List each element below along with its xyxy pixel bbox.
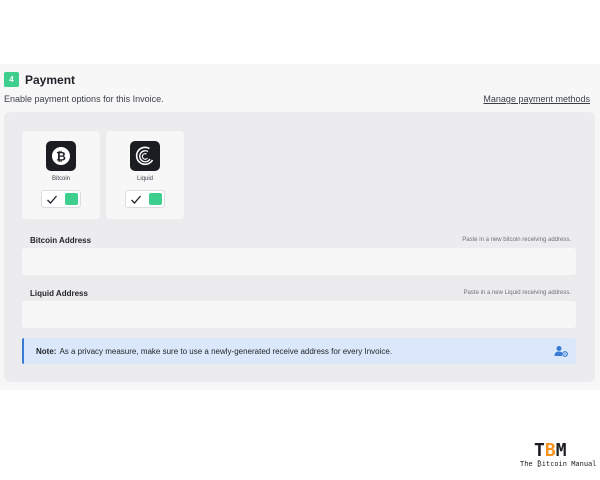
payment-section: 4 Payment Enable payment options for thi… bbox=[0, 64, 600, 390]
brand-logo-t: T bbox=[534, 440, 545, 461]
user-settings-icon[interactable] bbox=[554, 345, 568, 357]
payment-panel: ₿ Bitcoin Liquid Bitcoin Address Paste i… bbox=[4, 112, 595, 382]
toggle-on-indicator bbox=[65, 193, 78, 205]
bitcoin-enable-toggle[interactable] bbox=[41, 190, 81, 208]
check-icon bbox=[131, 195, 141, 204]
liquid-icon bbox=[130, 141, 160, 171]
brand-logo-b: B bbox=[544, 440, 556, 461]
bitcoin-address-label: Bitcoin Address bbox=[30, 236, 92, 245]
brand-watermark: TBM The ₿itcoin Manual bbox=[520, 440, 598, 472]
brand-logo-m: M bbox=[555, 440, 567, 461]
check-icon bbox=[47, 195, 57, 204]
section-title: Payment bbox=[25, 72, 76, 87]
bitcoin-address-hint: Paste in a new bitcoin receiving address… bbox=[462, 237, 571, 243]
section-header: 4 Payment bbox=[4, 72, 75, 87]
bitcoin-icon: ₿ bbox=[46, 141, 76, 171]
note-prefix: Note: bbox=[36, 346, 57, 356]
privacy-note: Note: As a privacy measure, make sure to… bbox=[22, 338, 576, 364]
bitcoin-address-input[interactable] bbox=[22, 248, 576, 275]
note-text: As a privacy measure, make sure to use a… bbox=[59, 346, 393, 356]
method-card-liquid: Liquid bbox=[106, 131, 184, 219]
liquid-address-hint: Paste in a new Liquid receiving address. bbox=[463, 290, 571, 296]
toggle-on-indicator bbox=[149, 193, 162, 205]
section-subtitle: Enable payment options for this Invoice. bbox=[4, 94, 164, 104]
liquid-enable-toggle[interactable] bbox=[125, 190, 165, 208]
brand-logo: TBM bbox=[534, 440, 567, 461]
svg-text:₿: ₿ bbox=[56, 150, 66, 164]
liquid-address-label: Liquid Address bbox=[30, 289, 88, 298]
liquid-address-input[interactable] bbox=[22, 301, 576, 328]
method-card-bitcoin: ₿ Bitcoin bbox=[22, 131, 100, 219]
step-badge: 4 bbox=[4, 72, 19, 87]
manage-payment-methods-link[interactable]: Manage payment methods bbox=[483, 94, 590, 104]
method-name-bitcoin: Bitcoin bbox=[51, 176, 70, 182]
brand-tagline: The ₿itcoin Manual bbox=[520, 460, 597, 468]
method-name-liquid: Liquid bbox=[136, 176, 153, 182]
